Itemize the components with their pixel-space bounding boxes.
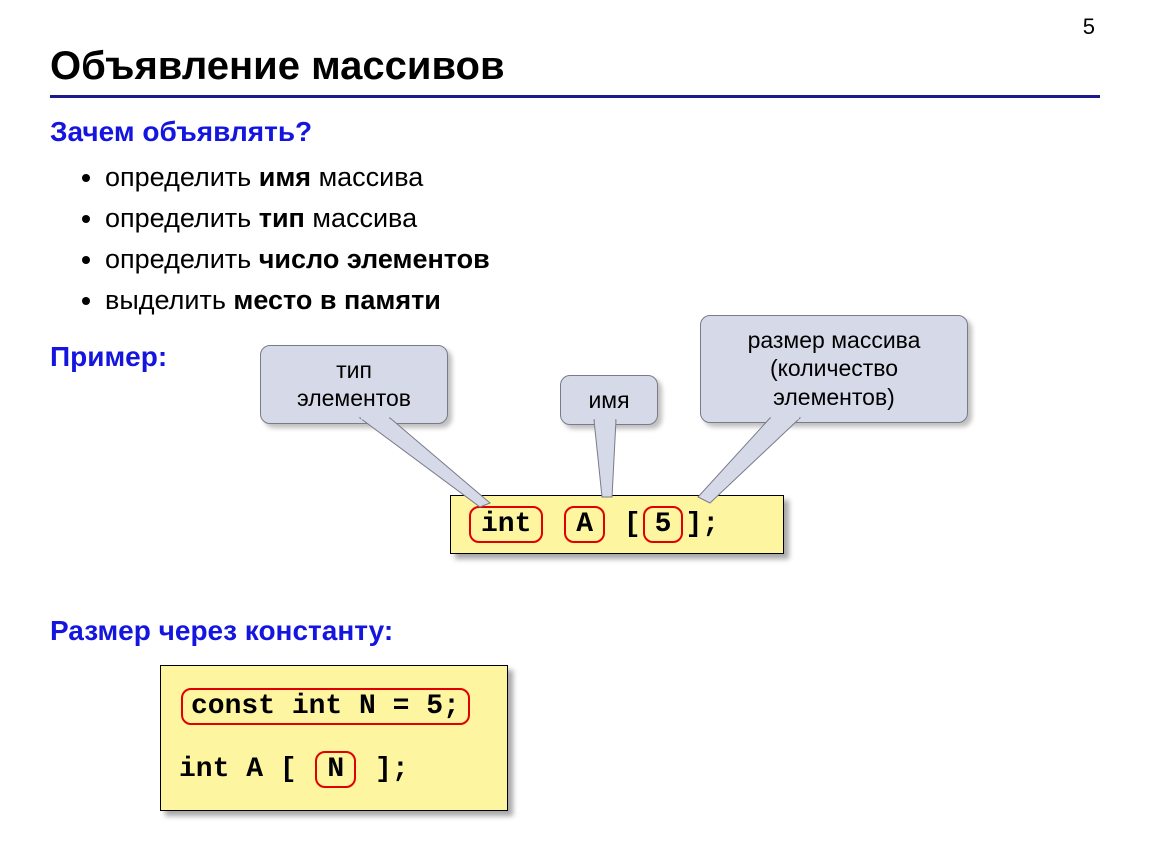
code-array-name: A [564,506,605,544]
code-const-line: const int N = 5; [181,688,470,726]
code-text: ]; [358,754,408,785]
code-text [545,509,562,540]
code-text: ]; [685,509,719,540]
code-example-box: int A [ 5 ]; [450,495,784,555]
callout-size: размер массива (количество элементов) [700,315,968,423]
code-const-n: N [315,751,356,789]
bullet-item: определить число элементов [105,240,1100,279]
callout-text: элементов [279,384,429,413]
bullet-text: определить [105,162,259,192]
const-heading: Размер через константу: [50,615,1100,647]
bullet-text: выделить [105,285,233,315]
bullet-text: определить [105,244,259,274]
bullet-text: определить [105,203,259,233]
callout-text: (количество [719,354,949,383]
bullet-bold: имя [259,162,311,192]
why-heading: Зачем объявлять? [50,116,1100,148]
callout-text: имя [579,386,639,415]
code-text: [ [607,509,641,540]
title-divider [50,95,1100,98]
bullet-text: массива [311,162,423,192]
bullet-item: определить тип массива [105,199,1100,238]
callout-name: имя [560,375,658,426]
bullet-item: определить имя массива [105,158,1100,197]
code-const-box: const int N = 5; int A [ N ]; [160,665,508,811]
callout-text: элементов) [719,383,949,412]
example-diagram: тип элементов имя размер массива (количе… [50,375,1100,615]
bullet-bold: число элементов [259,244,490,274]
page-number: 5 [1083,14,1095,40]
code-text: int A [ [179,754,313,785]
bullet-list: определить имя массива определить тип ма… [105,158,1100,321]
callout-type: тип элементов [260,345,448,425]
bullet-text: массива [305,203,417,233]
code-keyword-int: int [469,506,543,544]
slide: 5 Объявление массивов Зачем объявлять? о… [0,0,1150,864]
slide-title: Объявление массивов [50,44,1100,89]
callout-text: тип [279,356,429,385]
callout-text: размер массива [719,326,949,355]
code-array-size: 5 [643,506,684,544]
bullet-bold: тип [259,203,305,233]
bullet-bold: место в памяти [233,285,440,315]
